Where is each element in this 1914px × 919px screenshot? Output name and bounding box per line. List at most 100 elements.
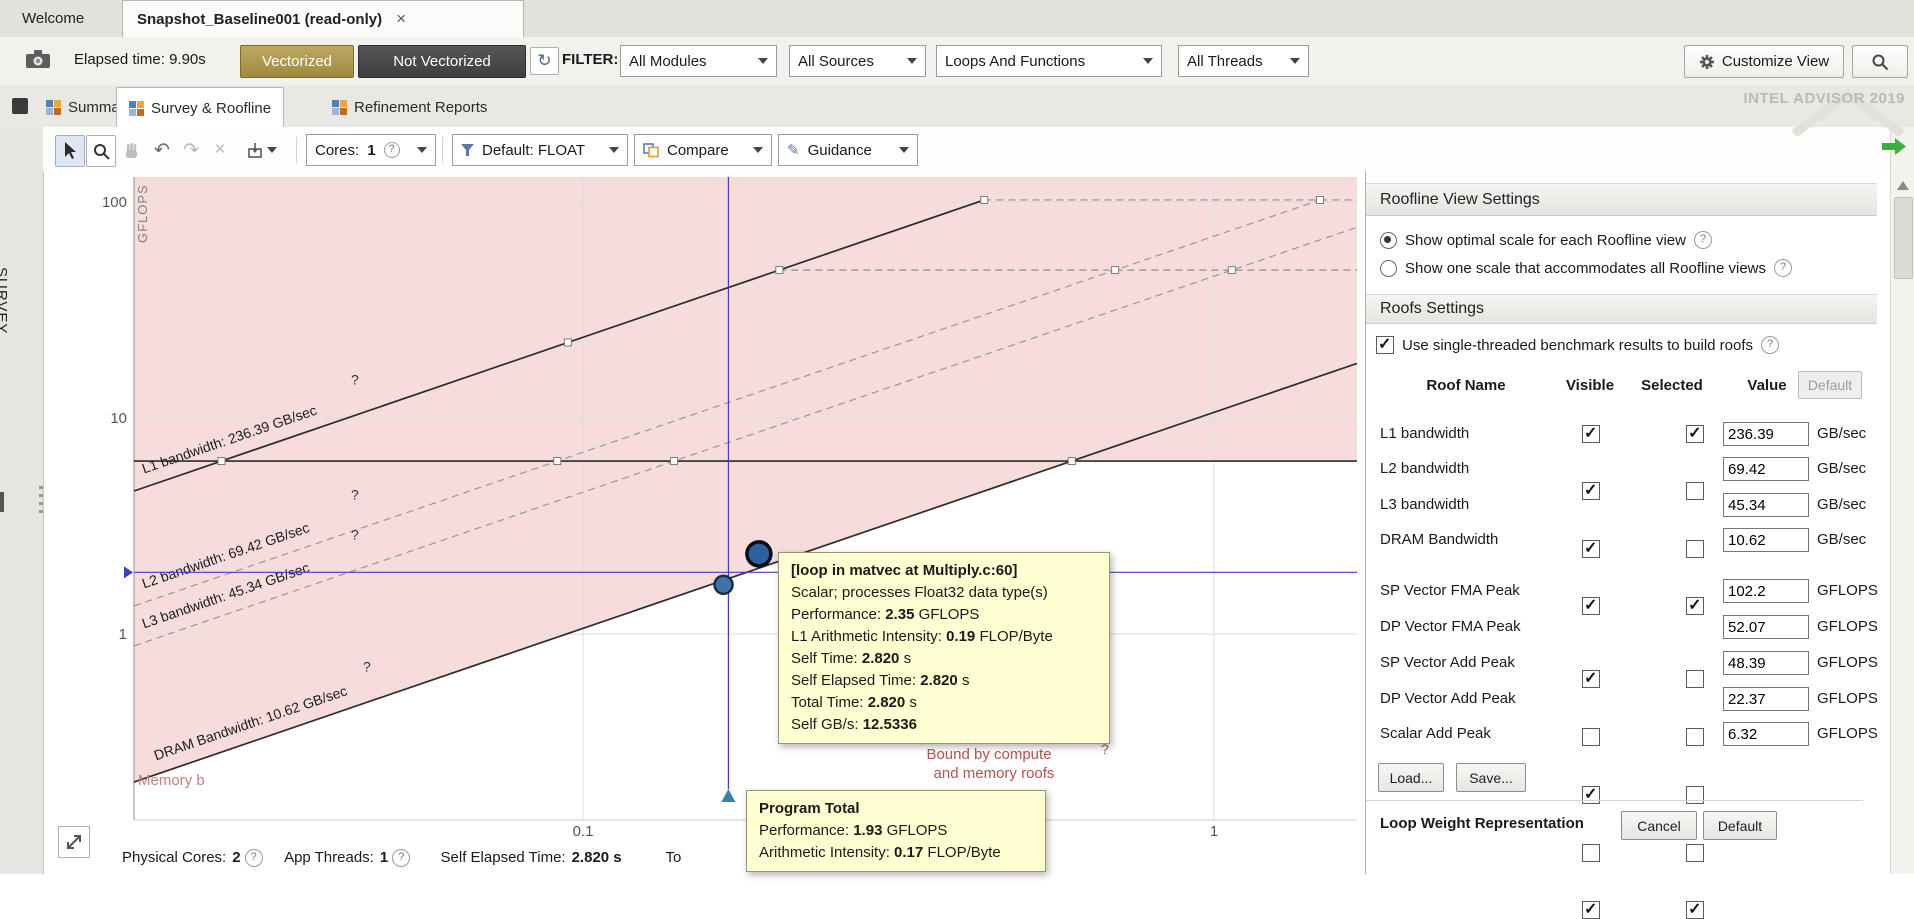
selected-checkbox[interactable]: [1686, 901, 1704, 919]
threads-dropdown[interactable]: All Threads: [1178, 45, 1309, 77]
modules-dropdown[interactable]: All Modules: [620, 45, 777, 77]
select-cursor-button[interactable]: [55, 135, 85, 167]
tooltip-row: L1 Arithmetic Intensity: 0.19 FLOP/Byte: [791, 626, 1097, 648]
roof-unit: GFLOPS: [1817, 690, 1878, 707]
load-button[interactable]: Load...: [1378, 763, 1444, 792]
col-value: Value: [1732, 377, 1802, 394]
visible-checkbox[interactable]: [1582, 670, 1600, 688]
panel-collapse-handle[interactable]: [0, 492, 4, 512]
scroll-up-icon[interactable]: [1897, 175, 1909, 190]
tab-snapshot-label: Snapshot_Baseline001 (read-only): [137, 11, 382, 28]
search-button[interactable]: [1852, 45, 1908, 78]
roofline-chart[interactable]: 0.11100101GFLOPSL1 bandwidth: 236.39 GB/…: [43, 171, 1365, 843]
status-bar: Physical Cores:2 ? App Threads:1 ? Self …: [122, 849, 681, 867]
selected-checkbox[interactable]: [1686, 786, 1704, 804]
selected-checkbox[interactable]: [1686, 425, 1704, 443]
roof-value-input[interactable]: [1723, 493, 1809, 517]
roof-unit: GFLOPS: [1817, 654, 1878, 671]
customize-view-button[interactable]: Customize View: [1684, 45, 1844, 78]
chevron-down-icon: [1290, 58, 1300, 69]
roof-value-input[interactable]: [1723, 422, 1809, 446]
help-icon[interactable]: ?: [1774, 259, 1792, 277]
tab-refinement-reports[interactable]: Refinement Reports: [320, 89, 499, 126]
help-icon[interactable]: ?: [1694, 231, 1712, 249]
undo-button[interactable]: ↶: [150, 135, 174, 165]
cores-dropdown[interactable]: Cores: 1 ?: [306, 134, 436, 166]
roof-value-input[interactable]: [1723, 528, 1809, 552]
selected-checkbox[interactable]: [1686, 844, 1704, 862]
selected-checkbox[interactable]: [1686, 670, 1704, 688]
checkbox[interactable]: [1376, 336, 1394, 354]
selected-checkbox[interactable]: [1686, 597, 1704, 615]
selected-checkbox[interactable]: [1686, 540, 1704, 558]
visible-checkbox[interactable]: [1582, 786, 1600, 804]
compare-icon: [643, 143, 659, 158]
tab-welcome-label: Welcome: [22, 10, 84, 27]
tab-welcome[interactable]: Welcome: [8, 0, 98, 36]
roof-unit: GB/sec: [1817, 460, 1866, 477]
cancel-button[interactable]: Cancel: [1621, 811, 1697, 840]
visible-checkbox[interactable]: [1582, 425, 1600, 443]
visible-checkbox[interactable]: [1582, 728, 1600, 746]
radio-icon[interactable]: [1380, 232, 1397, 249]
visible-checkbox[interactable]: [1582, 901, 1600, 919]
selected-checkbox[interactable]: [1686, 728, 1704, 746]
roof-value-input[interactable]: [1723, 687, 1809, 711]
visible-checkbox[interactable]: [1582, 597, 1600, 615]
help-icon[interactable]: ?: [1761, 336, 1779, 354]
zoom-tool-button[interactable]: [86, 135, 116, 167]
selected-checkbox[interactable]: [1686, 482, 1704, 500]
vectorized-toggle[interactable]: Vectorized: [240, 45, 354, 78]
roof-filter-dropdown[interactable]: Default: FLOAT: [452, 134, 628, 166]
chevron-down-icon: [417, 147, 427, 158]
visible-checkbox[interactable]: [1582, 844, 1600, 862]
close-tab-icon[interactable]: ×: [396, 9, 406, 29]
roof-value-input[interactable]: [1723, 579, 1809, 603]
pan-tool-button[interactable]: [117, 135, 145, 165]
roofline-view-settings-header: Roofline View Settings: [1366, 183, 1877, 216]
redo-button[interactable]: ↷: [179, 135, 203, 165]
compare-dropdown[interactable]: Compare: [634, 134, 772, 166]
tab-survey-roofline[interactable]: Survey & Roofline: [116, 87, 284, 128]
export-button[interactable]: [242, 135, 282, 165]
vertical-scrollbar[interactable]: [1890, 127, 1914, 874]
default-weight-button[interactable]: Default: [1703, 811, 1777, 840]
loops-functions-dropdown[interactable]: Loops And Functions: [936, 45, 1162, 77]
sources-dropdown[interactable]: All Sources: [789, 45, 926, 77]
help-icon[interactable]: ?: [392, 849, 410, 867]
guidance-dropdown[interactable]: ✎ Guidance: [778, 134, 918, 166]
cursor-icon: [63, 142, 77, 160]
save-button[interactable]: Save...: [1456, 763, 1526, 792]
default-roofs-button[interactable]: Default: [1798, 371, 1862, 399]
refresh-button[interactable]: ↻: [530, 47, 559, 75]
scrollbar-thumb[interactable]: [1894, 197, 1913, 279]
visible-checkbox[interactable]: [1582, 482, 1600, 500]
help-icon[interactable]: ?: [384, 142, 400, 158]
redo-icon: ↷: [183, 139, 199, 162]
visible-checkbox[interactable]: [1582, 540, 1600, 558]
help-icon[interactable]: ?: [245, 849, 263, 867]
svg-text:?: ?: [351, 487, 359, 503]
snapshot-camera-button[interactable]: [20, 44, 56, 74]
cancel-zoom-button[interactable]: ×: [209, 135, 231, 165]
roof-value-input[interactable]: [1723, 722, 1809, 746]
expand-icon: [65, 833, 83, 851]
document-tab-bar: Welcome Snapshot_Baseline001 (read-only)…: [0, 0, 1914, 38]
refresh-icon: ↻: [537, 51, 551, 71]
use-benchmark-checkbox-row[interactable]: Use single-threaded benchmark results to…: [1376, 334, 1779, 356]
roof-value-input[interactable]: [1723, 615, 1809, 639]
survey-side-strip[interactable]: SURVEY: [0, 127, 44, 874]
expand-chart-button[interactable]: [58, 826, 90, 858]
roof-unit: GFLOPS: [1817, 618, 1878, 635]
radio-one-scale[interactable]: Show one scale that accommodates all Roo…: [1380, 257, 1792, 279]
chevron-down-icon: [907, 58, 917, 69]
radio-optimal-scale[interactable]: Show optimal scale for each Roofline vie…: [1380, 229, 1712, 251]
expand-panel-arrow[interactable]: [1882, 138, 1906, 159]
roof-value-input[interactable]: [1723, 651, 1809, 675]
tab-snapshot[interactable]: Snapshot_Baseline001 (read-only) ×: [122, 0, 524, 37]
hand-icon: [123, 142, 140, 159]
roof-value-input[interactable]: [1723, 457, 1809, 481]
not-vectorized-toggle[interactable]: Not Vectorized: [358, 45, 526, 78]
radio-icon[interactable]: [1380, 260, 1397, 277]
roofline-settings-panel: Roofline View Settings Show optimal scal…: [1365, 171, 1891, 874]
